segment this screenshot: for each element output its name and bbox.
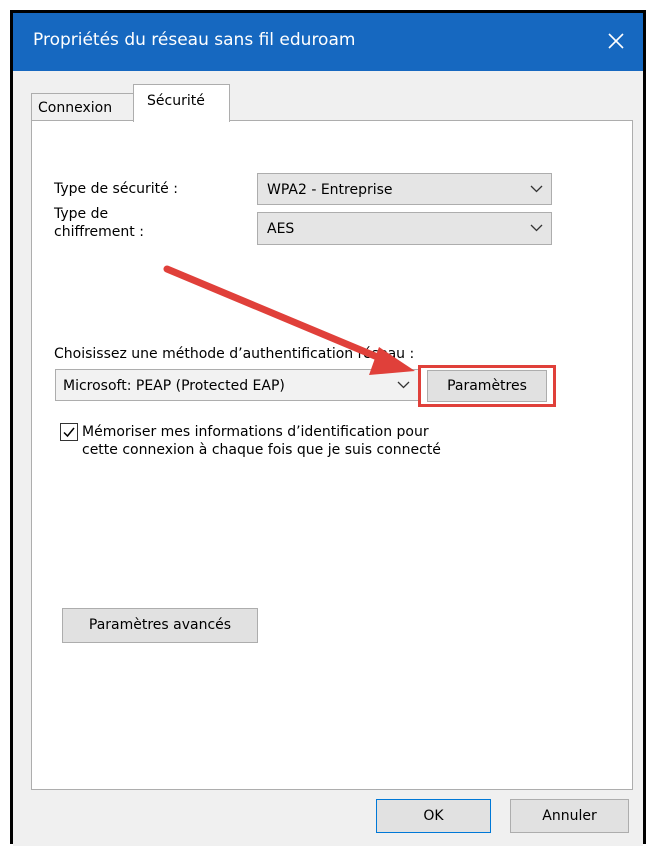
auth-method-select[interactable]: Microsoft: PEAP (Protected EAP) (55, 369, 419, 401)
security-type-value: WPA2 - Entreprise (267, 182, 393, 198)
ok-button[interactable]: OK (376, 799, 491, 833)
security-type-label: Type de sécurité : (54, 181, 178, 197)
encryption-type-label-line2: chiffrement : (54, 224, 144, 240)
security-type-select[interactable]: WPA2 - Entreprise (257, 173, 552, 205)
remember-credentials-label-line1: Mémoriser mes informations d’identificat… (82, 424, 429, 440)
checkmark-icon (63, 427, 75, 438)
close-icon (608, 33, 624, 49)
highlight-box (418, 365, 556, 407)
encryption-type-select[interactable]: AES (257, 212, 552, 245)
chevron-down-icon (530, 185, 543, 193)
remember-credentials-checkbox[interactable] (60, 423, 78, 441)
remember-credentials-label-line2: cette connexion à chaque fois que je sui… (82, 442, 441, 458)
encryption-type-value: AES (267, 221, 295, 237)
auth-method-label: Choisissez une méthode d’authentificatio… (54, 346, 415, 362)
auth-method-value: Microsoft: PEAP (Protected EAP) (63, 378, 285, 394)
tab-securite-label: Sécurité (147, 93, 205, 109)
cancel-button[interactable]: Annuler (510, 799, 629, 833)
encryption-type-label-line1: Type de (54, 206, 109, 222)
tab-connexion[interactable]: Connexion (31, 93, 134, 121)
window-title: Propriétés du réseau sans fil eduroam (33, 30, 356, 50)
dialog-window: Propriétés du réseau sans fil eduroam Co… (13, 13, 643, 846)
title-bar: Propriétés du réseau sans fil eduroam (13, 13, 643, 71)
tab-securite[interactable]: Sécurité (133, 84, 230, 122)
chevron-down-icon (530, 224, 543, 232)
chevron-down-icon (397, 381, 410, 389)
tab-connexion-label: Connexion (38, 100, 113, 116)
advanced-settings-button[interactable]: Paramètres avancés (62, 608, 258, 643)
close-button[interactable] (599, 24, 633, 58)
